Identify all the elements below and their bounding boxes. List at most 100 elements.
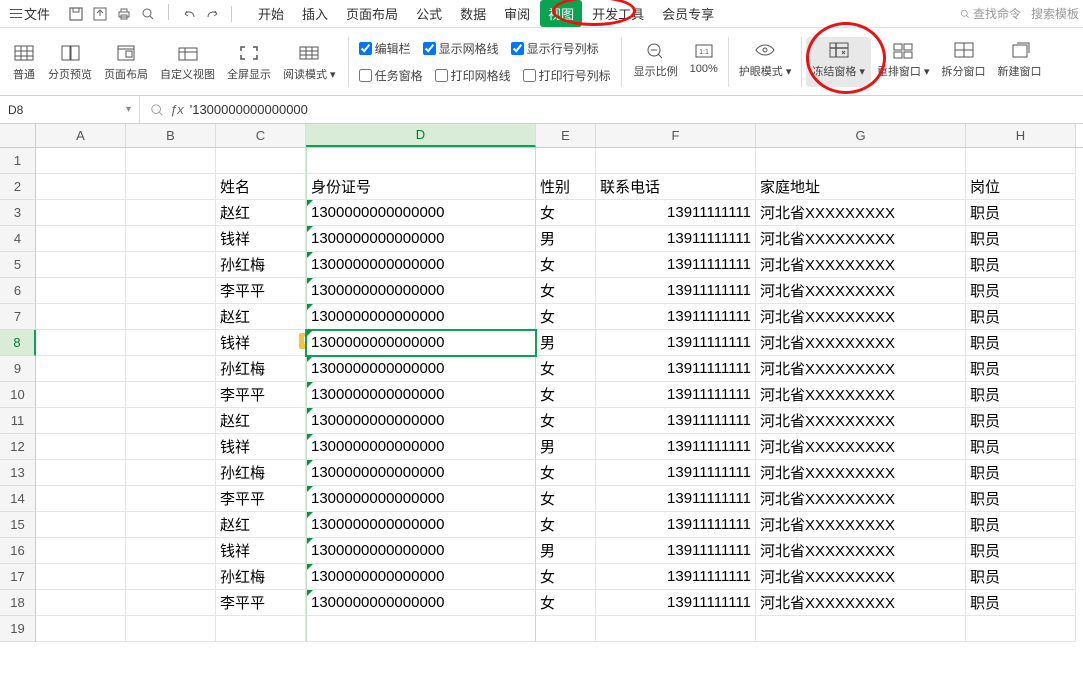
cell-B6[interactable] [126,278,216,304]
cell-F6[interactable]: 13911111111 [596,278,756,304]
search-template[interactable]: 搜索模板 [1031,5,1079,22]
ribbon-100%[interactable]: 1:1100% [684,37,724,87]
ribbon-护眼模式[interactable]: 护眼模式 ▾ [733,37,798,87]
col-header-G[interactable]: G [756,124,966,147]
cell-A2[interactable] [36,174,126,200]
check-显示网格线[interactable]: 显示网格线 [423,40,499,57]
warning-icon[interactable]: !▾ [299,333,306,349]
save-icon[interactable] [66,4,86,24]
cell-D6[interactable]: 1300000000000000 [306,278,536,304]
row-header-7[interactable]: 7 [0,304,36,330]
cell-H5[interactable]: 职员 [966,252,1076,278]
cell-A16[interactable] [36,538,126,564]
fx-icon[interactable]: ƒx [170,102,184,117]
cell-E18[interactable]: 女 [536,590,596,616]
cell-E13[interactable]: 女 [536,460,596,486]
cell-E9[interactable]: 女 [536,356,596,382]
cell-A14[interactable] [36,486,126,512]
cell-C13[interactable]: 孙红梅 [216,460,306,486]
check-打印行号列标[interactable]: 打印行号列标 [523,67,611,84]
cell-F14[interactable]: 13911111111 [596,486,756,512]
cell-B4[interactable] [126,226,216,252]
cell-G18[interactable]: 河北省XXXXXXXXX [756,590,966,616]
cell-G15[interactable]: 河北省XXXXXXXXX [756,512,966,538]
cell-F19[interactable] [596,616,756,642]
file-menu-button[interactable]: 文件 [4,2,56,25]
ribbon-自定义视图[interactable]: 自定义视图 [154,40,221,84]
cell-G16[interactable]: 河北省XXXXXXXXX [756,538,966,564]
tab-开发工具[interactable]: 开发工具 [584,0,652,27]
cell-F13[interactable]: 13911111111 [596,460,756,486]
cell-G9[interactable]: 河北省XXXXXXXXX [756,356,966,382]
row-header-4[interactable]: 4 [0,226,36,252]
row-header-19[interactable]: 19 [0,616,36,642]
cell-D11[interactable]: 1300000000000000 [306,408,536,434]
row-header-14[interactable]: 14 [0,486,36,512]
check-编辑栏[interactable]: 编辑栏 [359,40,411,57]
cell-D12[interactable]: 1300000000000000 [306,434,536,460]
redo-icon[interactable] [203,4,223,24]
check-任务窗格[interactable]: 任务窗格 [359,67,423,84]
cell-E17[interactable]: 女 [536,564,596,590]
cell-F10[interactable]: 13911111111 [596,382,756,408]
cell-G12[interactable]: 河北省XXXXXXXXX [756,434,966,460]
cell-B13[interactable] [126,460,216,486]
cell-C14[interactable]: 李平平 [216,486,306,512]
cell-C5[interactable]: 孙红梅 [216,252,306,278]
cell-F7[interactable]: 13911111111 [596,304,756,330]
cell-E8[interactable]: 男 [536,330,596,356]
cell-F3[interactable]: 13911111111 [596,200,756,226]
cell-H9[interactable]: 职员 [966,356,1076,382]
col-header-C[interactable]: C [216,124,306,147]
ribbon-全屏显示[interactable]: 全屏显示 [221,40,277,84]
cell-E11[interactable]: 女 [536,408,596,434]
cell-D15[interactable]: 1300000000000000 [306,512,536,538]
check-显示行号列标[interactable]: 显示行号列标 [511,40,599,57]
cell-F16[interactable]: 13911111111 [596,538,756,564]
cell-G2[interactable]: 家庭地址 [756,174,966,200]
ribbon-页面布局[interactable]: 页面布局 [98,40,154,84]
cell-G19[interactable] [756,616,966,642]
cell-H8[interactable]: 职员 [966,330,1076,356]
cell-C6[interactable]: 李平平 [216,278,306,304]
col-header-A[interactable]: A [36,124,126,147]
cell-E19[interactable] [536,616,596,642]
cell-H15[interactable]: 职员 [966,512,1076,538]
cell-A10[interactable] [36,382,126,408]
tab-视图[interactable]: 视图 [540,0,582,27]
col-header-D[interactable]: D [306,124,536,147]
cell-G10[interactable]: 河北省XXXXXXXXX [756,382,966,408]
tab-审阅[interactable]: 审阅 [496,0,538,27]
cell-B16[interactable] [126,538,216,564]
cell-D18[interactable]: 1300000000000000 [306,590,536,616]
cell-C16[interactable]: 钱祥 [216,538,306,564]
cell-H14[interactable]: 职员 [966,486,1076,512]
row-header-5[interactable]: 5 [0,252,36,278]
cell-F12[interactable]: 13911111111 [596,434,756,460]
cell-D2[interactable]: 身份证号 [306,174,536,200]
cell-E14[interactable]: 女 [536,486,596,512]
cell-B19[interactable] [126,616,216,642]
row-header-17[interactable]: 17 [0,564,36,590]
row-header-18[interactable]: 18 [0,590,36,616]
ribbon-普通[interactable]: 普通 [6,40,42,84]
cell-F5[interactable]: 13911111111 [596,252,756,278]
cell-H12[interactable]: 职员 [966,434,1076,460]
cell-H4[interactable]: 职员 [966,226,1076,252]
cell-H19[interactable] [966,616,1076,642]
cell-H13[interactable]: 职员 [966,460,1076,486]
tab-页面布局[interactable]: 页面布局 [338,0,406,27]
cell-G8[interactable]: 河北省XXXXXXXXX [756,330,966,356]
cell-F4[interactable]: 13911111111 [596,226,756,252]
cell-C3[interactable]: 赵红 [216,200,306,226]
cell-H16[interactable]: 职员 [966,538,1076,564]
undo-icon[interactable] [179,4,199,24]
cell-F8[interactable]: 13911111111 [596,330,756,356]
cell-A13[interactable] [36,460,126,486]
cell-G13[interactable]: 河北省XXXXXXXXX [756,460,966,486]
cell-F2[interactable]: 联系电话 [596,174,756,200]
cell-A8[interactable] [36,330,126,356]
cell-B15[interactable] [126,512,216,538]
cell-G6[interactable]: 河北省XXXXXXXXX [756,278,966,304]
cell-H7[interactable]: 职员 [966,304,1076,330]
